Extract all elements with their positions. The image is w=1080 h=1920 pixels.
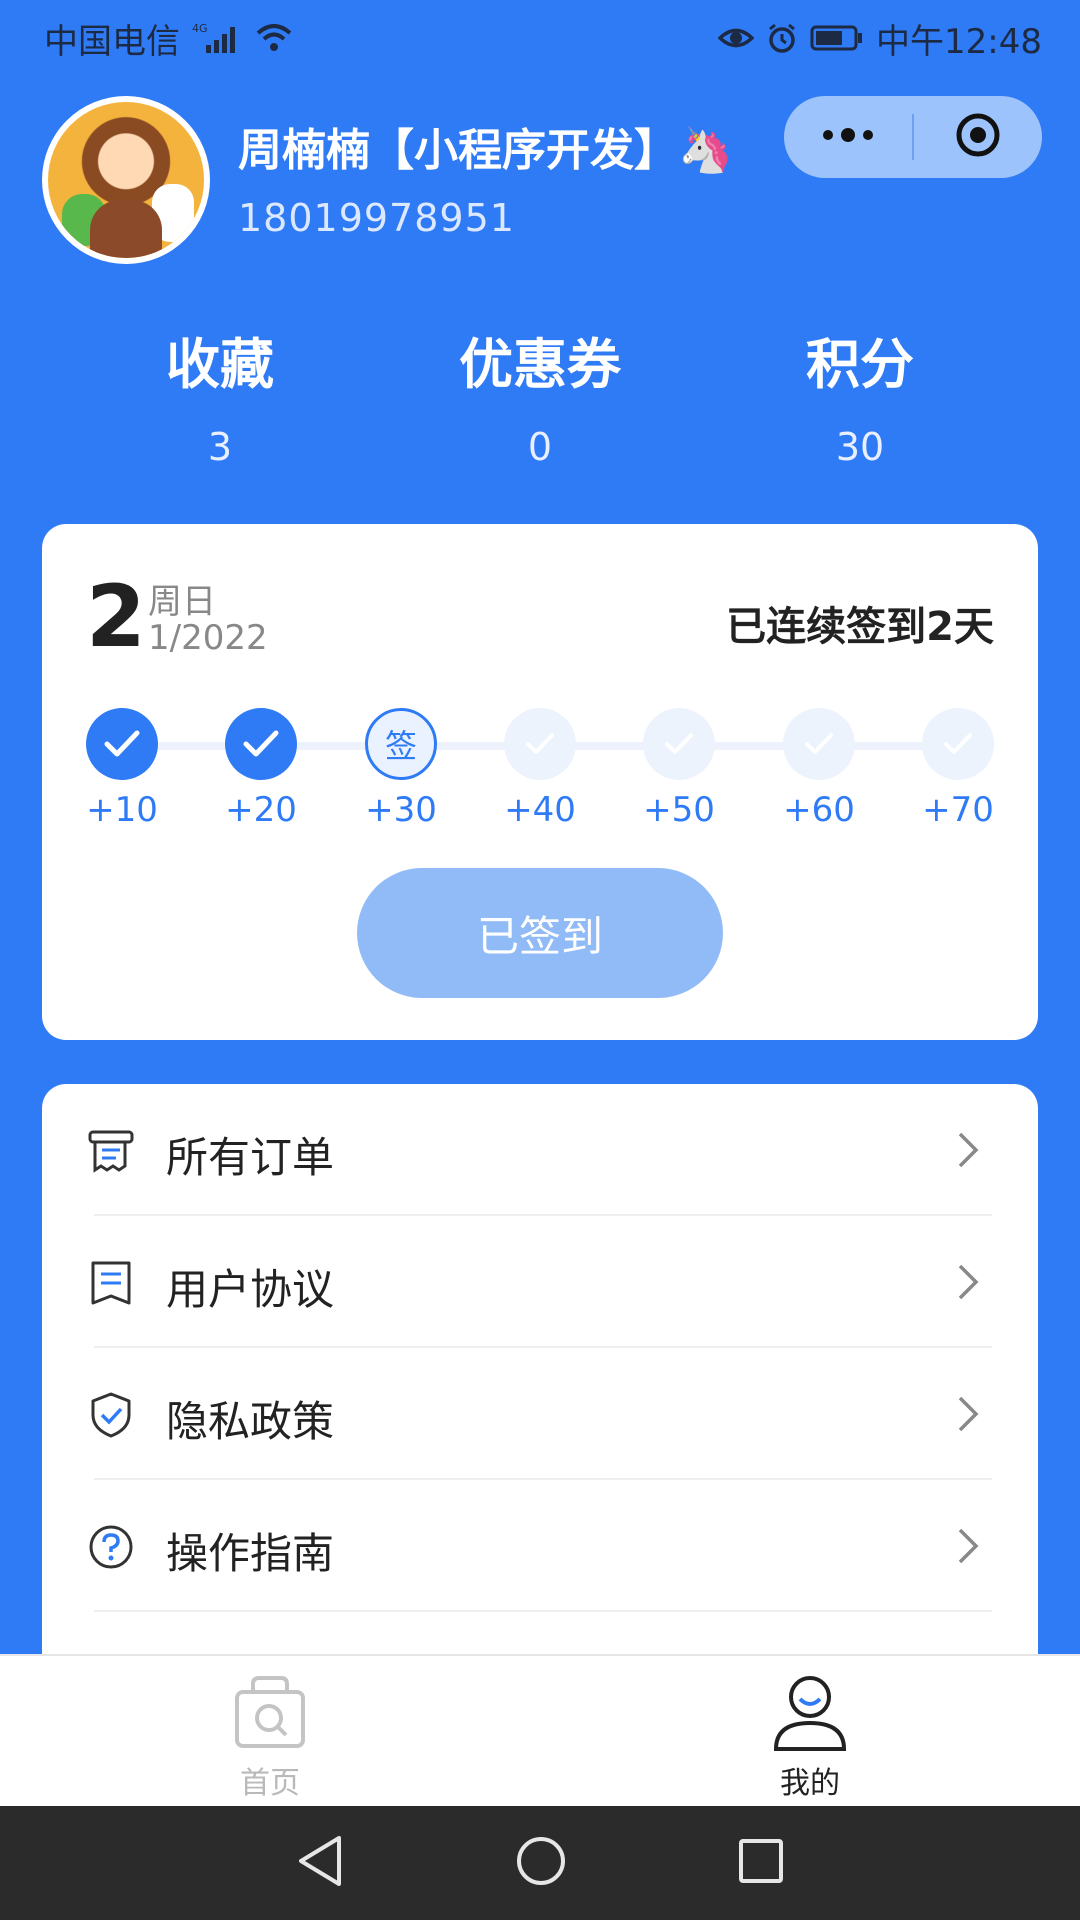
check-icon (783, 708, 855, 780)
stat-coupons[interactable]: 优惠券 0 (410, 320, 670, 469)
more-dots-icon (820, 127, 876, 147)
date-weekday: 周日 (148, 582, 216, 622)
user-icon (740, 1672, 880, 1754)
stat-label: 收藏 (166, 333, 274, 396)
more-button[interactable] (784, 96, 912, 178)
check-icon (504, 708, 576, 780)
stat-label: 优惠券 (459, 333, 621, 396)
tab-home[interactable]: 首页 (200, 1672, 340, 1802)
alarm-icon (766, 22, 798, 54)
menu-list: 所有订单 用户协议 隐私政策 操作指南 (42, 1084, 1038, 1664)
checkin-day: +60 (769, 708, 869, 830)
check-icon (922, 708, 994, 780)
stat-favorites[interactable]: 收藏 3 (90, 320, 350, 469)
close-miniprogram-button[interactable] (914, 96, 1042, 178)
stat-value: 0 (527, 425, 553, 469)
checkin-day: +40 (490, 708, 590, 830)
check-icon (643, 708, 715, 780)
stats-row: 收藏 3 优惠券 0 积分 30 (0, 320, 1080, 469)
tab-mine[interactable]: 我的 (740, 1672, 880, 1802)
checkin-day: +10 (72, 708, 172, 830)
target-circle-icon (953, 110, 1003, 164)
stat-value: 30 (835, 425, 885, 469)
signal-icon: 4G (192, 21, 244, 55)
battery-icon (810, 24, 864, 52)
user-name: 周楠楠【小程序开发】🦄 (238, 125, 733, 176)
system-nav-bar (0, 1806, 1080, 1920)
day-points: +20 (225, 790, 297, 830)
chevron-right-icon (956, 1526, 980, 1570)
menu-label: 所有订单 (166, 1133, 335, 1182)
stat-label: 积分 (806, 333, 914, 396)
user-phone: 18019978951 (238, 196, 515, 240)
day-points: +10 (86, 790, 158, 830)
miniprogram-capsule (784, 96, 1042, 178)
date-month-year: 1/2022 (148, 618, 268, 658)
back-icon[interactable] (295, 1834, 345, 1892)
signed-in-button[interactable]: 已签到 (357, 868, 723, 998)
checkin-days: +10 +20 签 +30 +40 +50 +60 +70 (82, 708, 998, 830)
receipt-icon (88, 1128, 134, 1174)
avatar[interactable] (42, 96, 210, 264)
recents-square-icon[interactable] (737, 1837, 785, 1889)
today-sign-mark: 签 (365, 708, 437, 780)
day-points: +60 (783, 790, 855, 830)
check-icon (225, 708, 297, 780)
checkin-card: 2 周日 1/2022 已连续签到2天 +10 +20 签 +30 +40 +5… (42, 524, 1038, 1040)
menu-label: 隐私政策 (166, 1397, 335, 1446)
menu-item-user-agreement[interactable]: 用户协议 (42, 1216, 1038, 1348)
menu-item-orders[interactable]: 所有订单 (42, 1084, 1038, 1216)
stat-value: 3 (207, 425, 233, 469)
streak-text: 已连续签到2天 (726, 604, 994, 650)
stat-points[interactable]: 积分 30 (730, 320, 990, 469)
chevron-right-icon (956, 1394, 980, 1438)
chevron-right-icon (956, 1262, 980, 1306)
tab-label: 首页 (240, 1766, 300, 1801)
home-bag-icon (200, 1672, 340, 1754)
profile-header: 周楠楠【小程序开发】🦄 18019978951 (42, 96, 1042, 266)
home-circle-icon[interactable] (515, 1835, 567, 1891)
document-icon (88, 1260, 134, 1306)
tab-label: 我的 (780, 1766, 840, 1801)
chevron-right-icon (956, 1130, 980, 1174)
day-points: +40 (504, 790, 576, 830)
eye-icon (718, 23, 755, 53)
tab-bar: 首页 我的 (0, 1654, 1080, 1806)
wifi-icon (256, 23, 292, 53)
day-points: +30 (365, 790, 437, 830)
date-day: 2 (86, 567, 146, 667)
menu-item-guide[interactable]: 操作指南 (42, 1480, 1038, 1612)
checkin-day: +20 (211, 708, 311, 830)
menu-item-privacy-policy[interactable]: 隐私政策 (42, 1348, 1038, 1480)
menu-label: 用户协议 (166, 1265, 335, 1314)
day-points: +70 (922, 790, 994, 830)
question-icon (88, 1524, 134, 1570)
checkin-day: +50 (629, 708, 729, 830)
status-bar: 中国电信 4G 中午12:48 (0, 0, 1080, 76)
checkin-day-today: 签 +30 (351, 708, 451, 830)
network-type: 4G (192, 22, 208, 35)
menu-label: 操作指南 (166, 1529, 335, 1578)
clock-time: 中午12:48 (876, 21, 1042, 62)
day-points: +50 (643, 790, 715, 830)
checkin-day: +70 (908, 708, 1008, 830)
shield-check-icon (88, 1392, 134, 1438)
check-icon (86, 708, 158, 780)
carrier-label: 中国电信 (44, 21, 180, 62)
